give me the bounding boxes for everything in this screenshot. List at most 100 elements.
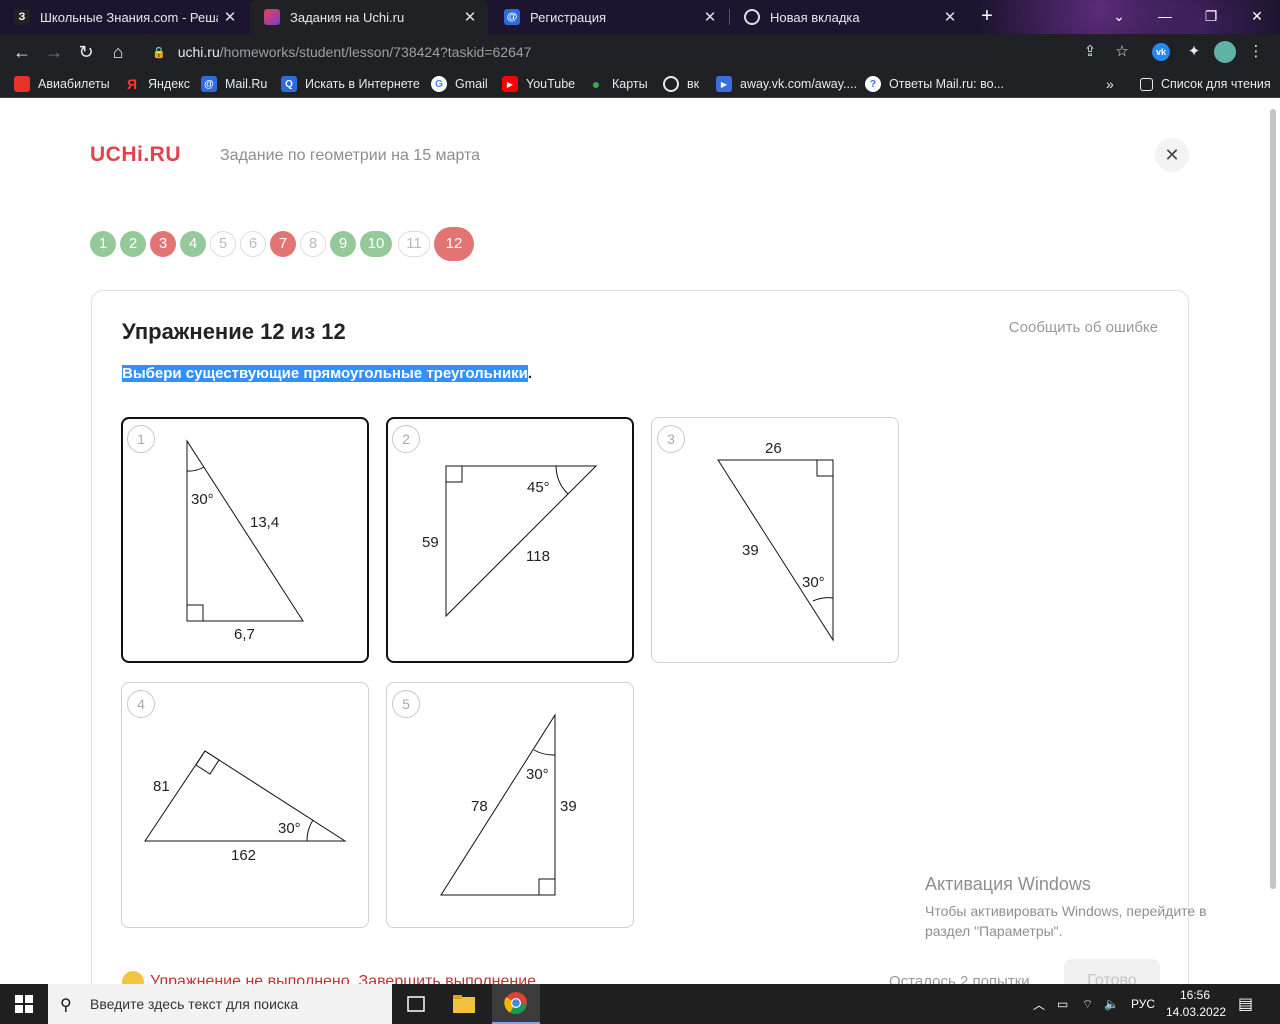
google-icon: G [431,76,447,92]
globe-icon [663,76,679,92]
mailru-icon: @ [201,76,217,92]
clock[interactable]: 16:56 14.03.2022 [1166,987,1226,1021]
taskbar-search[interactable]: ⚲ Введите здесь текст для поиска [48,984,392,1024]
mailru-icon: @ [504,9,520,25]
tab-uchi[interactable]: Задания на Uchi.ru ✕ [250,0,488,34]
plane-icon [14,76,30,92]
profile-avatar-icon[interactable] [1214,41,1236,63]
report-error-link[interactable]: Сообщить об ошибке [1009,319,1158,336]
windows-logo-icon [15,995,33,1013]
menu-icon[interactable]: ⋮ [1246,42,1266,62]
tab-title: Регистрация [530,9,606,25]
scrollbar[interactable] [1270,109,1276,889]
volume-icon[interactable]: 🔈 [1104,984,1119,1024]
exercise-pill-6[interactable]: 6 [240,231,266,257]
znania-icon: З [14,9,30,25]
windows-taskbar: ⚲ Введите здесь текст для поиска ︿ ▭ ⌔ 🔈… [0,984,1280,1024]
triangle-option-1[interactable]: 1 30° 13,4 6,7 [121,417,369,663]
exercise-pill-8[interactable]: 8 [300,231,326,257]
triangle-3-drawing: 26 39 30° [717,440,834,642]
bookmark-label: Яндекс [148,77,191,91]
bookmark-youtube[interactable]: ▶ YouTube [502,75,575,93]
close-tab-icon[interactable]: ✕ [938,8,962,26]
language-indicator[interactable]: РУС [1131,984,1155,1024]
triangle-option-2[interactable]: 2 45° 59 118 [386,417,634,663]
bookmark-vk[interactable]: вк [663,75,699,93]
exercise-pill-1[interactable]: 1 [90,231,116,257]
bookmark-maps[interactable]: ● Карты [588,75,648,93]
tab-new[interactable]: Новая вкладка ✕ [730,0,968,34]
done-button[interactable]: Готово [1064,959,1160,984]
vk-extension-icon[interactable]: vk [1152,43,1170,61]
bookmark-yandex[interactable]: Я Яндекс [124,75,190,93]
close-button[interactable]: ✕ [1155,138,1189,172]
reading-list[interactable]: Список для чтения [1140,75,1271,93]
bookmark-search[interactable]: Q Искать в Интернете [281,75,420,93]
exercise-pill-5[interactable]: 5 [210,231,236,257]
extensions-icon[interactable]: ✦ [1184,42,1204,62]
bookmark-aviabilety[interactable]: Авиабилеты [14,75,110,93]
maps-icon: ● [591,76,601,92]
address-bar[interactable]: 🔒 uchi.ru/homeworks/student/lesson/73842… [140,38,1140,66]
bookmark-otvety[interactable]: ? Ответы Mail.ru: во... [865,75,1004,93]
reading-list-icon [1140,77,1153,91]
angle-label: 30° [278,820,301,837]
bookmark-away-vk[interactable]: ▶ away.vk.com/away.... [716,75,857,93]
home-icon[interactable]: ⌂ [106,40,130,64]
bookmark-star-icon[interactable]: ☆ [1112,42,1132,62]
meet-now-icon[interactable]: ▭ [1057,984,1068,1024]
new-tab-icon[interactable]: + [975,5,999,29]
bookmark-gmail[interactable]: G Gmail [431,75,488,93]
file-explorer-icon[interactable] [440,984,488,1024]
network-icon[interactable]: ⌔ [1082,984,1093,1024]
close-window-icon[interactable]: ✕ [1234,0,1280,34]
chrome-icon[interactable] [492,984,540,1024]
task-view-icon[interactable] [392,984,440,1024]
forward-icon[interactable]: → [42,40,66,64]
lock-icon: 🔒 [152,46,166,59]
bookmark-mailru[interactable]: @ Mail.Ru [201,75,267,93]
tab-search-icon[interactable]: ⌄ [1096,0,1142,34]
exercise-pill-12[interactable]: 12 [434,227,474,261]
watermark-text: Чтобы активировать Windows, перейдите в … [925,903,1207,939]
watermark-title: Активация Windows [925,874,1091,894]
share-icon[interactable]: ⇪ [1080,42,1100,62]
exercise-pill-10[interactable]: 10 [360,231,392,257]
exercise-pill-11[interactable]: 11 [398,231,430,257]
exercise-pill-2[interactable]: 2 [120,231,146,257]
triangle-option-5[interactable]: 5 30° 78 39 [386,682,634,928]
close-tab-icon[interactable]: ✕ [698,8,722,26]
reload-icon[interactable]: ↻ [74,40,98,64]
triangle-2-drawing: 45° 59 118 [422,465,598,618]
exercise-pill-9[interactable]: 9 [330,231,356,257]
restore-icon[interactable]: ❐ [1188,0,1234,34]
close-tab-icon[interactable]: ✕ [218,8,242,26]
exercise-title: Упражнение 12 из 12 [122,319,346,344]
exercise-pill-7[interactable]: 7 [270,231,296,257]
angle-label: 30° [526,766,549,783]
uchi-logo[interactable]: UCHi.RU [90,143,181,167]
search-icon: ⚲ [60,997,72,1014]
bookmark-label: Авиабилеты [38,77,110,91]
exercise-pill-3[interactable]: 3 [150,231,176,257]
bookmark-label: вк [687,77,700,91]
hypotenuse-label: 39 [742,542,759,559]
bookmark-label: YouTube [526,77,576,91]
bookmark-label: Gmail [455,77,488,91]
back-icon[interactable]: ← [10,40,34,64]
triangle-4-drawing: 81 162 30° [144,750,347,864]
tab-znania[interactable]: З Школьные Знания.com - Решае ✕ [0,0,248,34]
start-button[interactable] [0,984,48,1024]
leg-label: 26 [765,440,782,457]
notifications-icon[interactable]: ▤ [1238,984,1253,1024]
close-tab-icon[interactable]: ✕ [458,8,482,26]
exercise-pill-4[interactable]: 4 [180,231,206,257]
triangle-option-4[interactable]: 4 81 162 30° [121,682,369,928]
tray-chevron-icon[interactable]: ︿ [1033,984,1045,1024]
tab-registration[interactable]: @ Регистрация ✕ [490,0,728,34]
more-bookmarks-icon[interactable]: » [1106,75,1114,93]
minimize-icon[interactable]: — [1142,0,1188,34]
link-icon: ▶ [716,76,732,92]
triangle-option-3[interactable]: 3 26 39 30° [651,417,899,663]
status-text[interactable]: Упражнение не выполнено. Завершить выпол… [150,973,536,984]
